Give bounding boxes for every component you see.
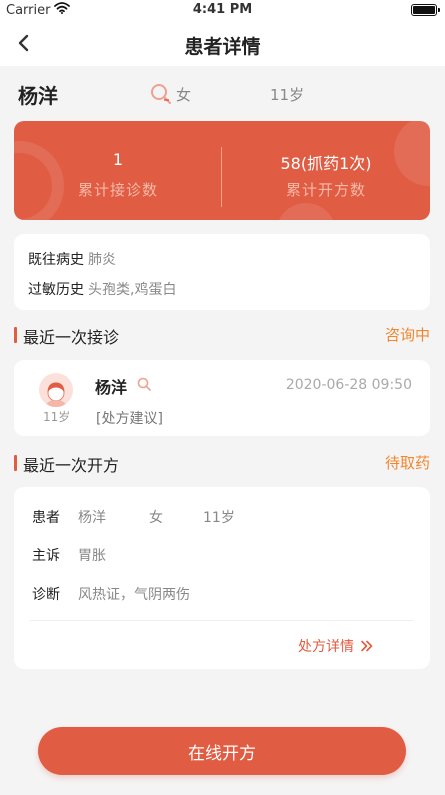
consult-name: 杨洋 [95,378,128,397]
complaint-value: 胃胀 [78,548,106,564]
stat-label: 累计开方数 [285,181,366,199]
allergy-history-label: 过敏历史 [28,282,84,298]
patient-label: 患者 [32,510,60,526]
stats-card: 1 累计接诊数 58(抓药1次) 累计开方数 [14,121,430,220]
past-history: 既往病史 肺炎 [28,249,116,269]
status-time: 4:41 PM [192,2,253,17]
allergy-history: 过敏历史 头孢类,鸡蛋白 [28,279,176,299]
online-prescribe-button[interactable]: 在线开方 [38,727,406,775]
section-last-prescription: 最近一次开方 待取药 [14,452,430,475]
patient-sex: 女 [176,86,192,104]
past-history-label: 既往病史 [28,252,84,268]
page-title: 患者详情 [184,36,261,58]
consult-card[interactable]: 11岁 杨洋 2020-06-28 09:50 [处方建议] [14,360,430,436]
rx-patient-sex: 女 [149,510,163,526]
complaint-label: 主诉 [32,548,60,564]
status-bar: Carrier 4:41 PM [0,0,445,20]
stat-prescriptions: 58(抓药1次) 累计开方数 [222,121,430,220]
prescription-status: 待取药 [384,454,430,472]
consult-age: 11岁 [43,410,71,424]
diagnosis-label: 诊断 [32,587,60,603]
detail-link-label: 处方详情 [298,639,354,655]
stat-value: 1 [112,150,124,169]
stat-consults: 1 累计接诊数 [14,121,222,220]
section-title: 最近一次开方 [23,456,120,475]
search-icon[interactable] [150,83,172,109]
battery-icon [411,4,440,16]
patient-summary: 杨洋 女 11岁 [18,80,427,110]
past-history-value: 肺炎 [88,252,116,268]
section-accent-bar [14,327,17,343]
patient-age: 11岁 [270,86,305,104]
rx-patient-name: 杨洋 [78,510,106,526]
nav-bar: 患者详情 [0,20,445,66]
rx-patient-age: 11岁 [203,510,235,526]
stat-value: 58(抓药1次) [280,154,372,173]
prescription-card: 患者 杨洋 女 11岁 主诉 胃胀 诊断 风热证，气阴两伤 处方详情 [14,487,430,669]
consult-type: [处方建议] [96,411,163,427]
allergy-history-value: 头孢类,鸡蛋白 [88,282,177,298]
search-icon[interactable] [137,376,151,395]
prescription-detail-link[interactable]: 处方详情 [298,636,374,656]
online-prescribe-label: 在线开方 [188,743,256,764]
divider [30,620,414,621]
section-last-consult: 最近一次接诊 咨询中 [14,324,430,347]
double-chevron-right-icon [361,640,373,652]
patient-name: 杨洋 [18,84,58,108]
section-title: 最近一次接诊 [23,328,120,347]
consult-status: 咨询中 [384,326,430,344]
diagnosis-value: 风热证，气阴两伤 [78,587,190,603]
history-card: 既往病史 肺炎 过敏历史 头孢类,鸡蛋白 [14,234,430,310]
section-accent-bar [14,455,17,471]
stat-label: 累计接诊数 [77,181,158,199]
consult-datetime: 2020-06-28 09:50 [285,377,412,393]
avatar-icon [39,373,73,407]
